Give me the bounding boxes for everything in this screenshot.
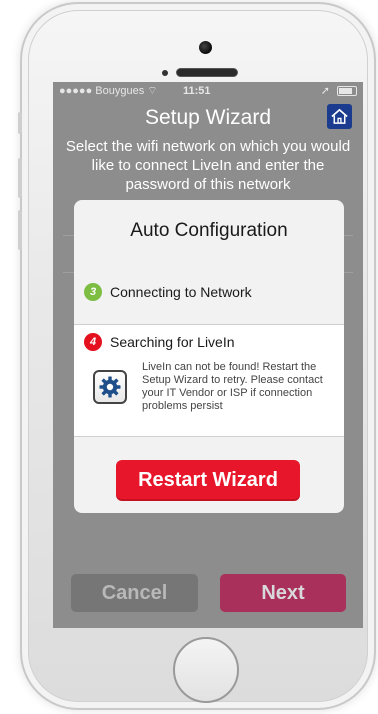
- step-connecting: 3 Connecting to Network: [84, 283, 252, 301]
- location-icon: ➚: [320, 85, 330, 97]
- dialog-title: Auto Configuration: [130, 220, 288, 241]
- step-number-badge: 3: [84, 283, 102, 301]
- cancel-button[interactable]: Cancel: [71, 574, 198, 612]
- next-button[interactable]: Next: [220, 574, 346, 612]
- earpiece-speaker: [176, 68, 238, 77]
- step-label: Searching for LiveIn: [110, 334, 235, 350]
- error-message: LiveIn can not be found! Restart the Set…: [142, 361, 323, 412]
- volume-up-button: [18, 158, 22, 198]
- step-number-badge: 4: [84, 333, 102, 351]
- proximity-sensor: [162, 70, 168, 76]
- carrier-label: ●●●●● Bouygues ⌔: [59, 85, 158, 97]
- front-camera: [199, 41, 212, 54]
- searching-panel: 4 Searching for LiveIn LiveIn can not be…: [74, 324, 344, 437]
- gear-icon: [93, 370, 127, 404]
- app-screen: ●●●●● Bouygues ⌔ 11:51 ➚ Setup Wizard Se…: [53, 82, 363, 628]
- volume-down-button: [18, 210, 22, 250]
- step-label: Connecting to Network: [110, 284, 252, 300]
- clock: 11:51: [183, 85, 211, 97]
- battery-icon: [337, 86, 357, 97]
- page-title: Setup Wizard: [144, 106, 272, 129]
- side-button: [18, 112, 22, 134]
- home-button[interactable]: [173, 637, 239, 703]
- restart-wizard-button[interactable]: Restart Wizard: [116, 460, 300, 501]
- status-right: ➚: [321, 82, 357, 101]
- intro-text: Select the wifi network on which you wou…: [65, 138, 351, 193]
- step-searching: 4 Searching for LiveIn: [84, 333, 235, 351]
- auto-configuration-dialog: Auto Configuration 3 Connecting to Netwo…: [74, 200, 344, 513]
- status-bar: ●●●●● Bouygues ⌔ 11:51 ➚: [53, 82, 363, 101]
- home-icon[interactable]: [327, 104, 352, 129]
